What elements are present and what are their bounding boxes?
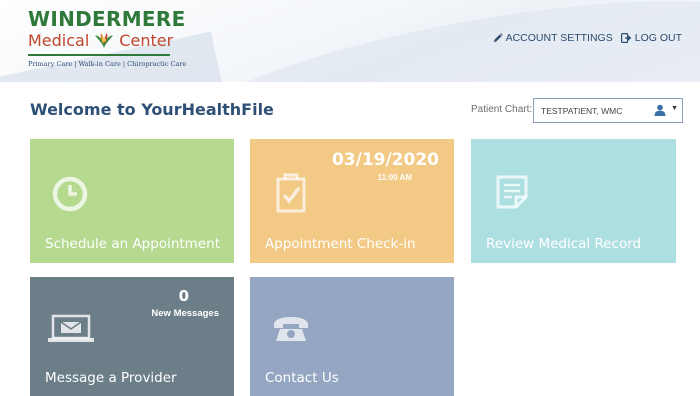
logo-medical-text: Medical [28, 31, 90, 50]
patient-chart-select[interactable]: TESTPATIENT, WMC ▼ [533, 98, 683, 123]
phone-icon [272, 315, 310, 347]
pencil-icon [493, 33, 503, 43]
new-messages-count: 0 [178, 287, 189, 305]
header-links: ACCOUNT SETTINGS LOG OUT [493, 32, 682, 44]
appointment-checkin-tile[interactable]: 03/19/2020 11:00 AM Appointment Check-in [250, 139, 454, 263]
patient-chart-label: Patient Chart: [471, 104, 533, 115]
caret-down-icon: ▼ [671, 105, 678, 112]
logo-tagline: Primary Care | Walk-in Care | Chiropract… [28, 60, 187, 68]
page: WINDERMERE Medical Center Primary Care |… [0, 0, 700, 396]
contact-us-tile[interactable]: Contact Us [250, 277, 454, 396]
flower-icon [93, 32, 115, 50]
review-medical-record-label: Review Medical Record [486, 236, 642, 252]
logo-title: WINDERMERE [28, 7, 186, 31]
header: WINDERMERE Medical Center Primary Care |… [0, 0, 700, 82]
logo-divider [28, 54, 170, 56]
log-out-label: LOG OUT [634, 32, 682, 44]
appointment-checkin-label: Appointment Check-in [265, 236, 416, 252]
new-messages-label: New Messages [151, 308, 219, 319]
review-medical-record-tile[interactable]: Review Medical Record [471, 139, 676, 263]
laptop-mail-icon [48, 314, 94, 348]
document-icon [496, 175, 528, 213]
clock-icon [51, 175, 89, 217]
account-settings-link[interactable]: ACCOUNT SETTINGS [493, 32, 613, 44]
clipboard-check-icon [275, 173, 307, 217]
schedule-appointment-tile[interactable]: Schedule an Appointment [30, 139, 234, 263]
patient-chart-value: TESTPATIENT, WMC [541, 105, 623, 116]
contact-us-label: Contact Us [265, 370, 339, 386]
logo-center-text: Center [119, 31, 174, 50]
user-icon [654, 104, 666, 118]
log-out-link[interactable]: LOG OUT [620, 32, 682, 44]
logo-subtitle: Medical Center [28, 31, 178, 51]
account-settings-label: ACCOUNT SETTINGS [505, 32, 613, 44]
message-provider-label: Message a Provider [45, 370, 177, 386]
logo[interactable]: WINDERMERE Medical Center Primary Care |… [28, 7, 187, 68]
page-title: Welcome to YourHealthFile [30, 100, 274, 119]
schedule-appointment-label: Schedule an Appointment [45, 236, 220, 252]
message-provider-tile[interactable]: 0 New Messages Message a Provider [30, 277, 234, 396]
appointment-date: 03/19/2020 [331, 150, 439, 170]
sign-out-icon [620, 33, 632, 43]
appointment-time: 11:00 AM [377, 173, 412, 182]
